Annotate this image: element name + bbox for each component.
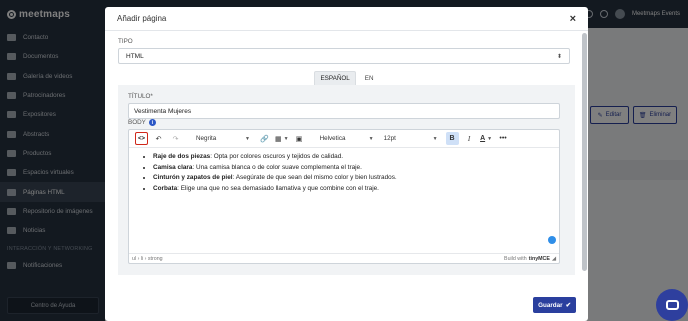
format-select[interactable]: Negrita ▼ <box>194 132 252 145</box>
more-button[interactable]: ••• <box>497 132 510 145</box>
rich-text-editor: <> ↶ ↷ Negrita ▼ 🔗 ▦ ▼ ▣ Helvetica ▼ 12p… <box>128 129 560 264</box>
list-item-bold: Cinturón y zapatos de piel <box>153 174 233 181</box>
info-icon[interactable]: i <box>148 119 156 126</box>
tipo-label: TIPO <box>118 38 133 45</box>
list-item: Cinturón y zapatos de piel: Asegúrate de… <box>153 173 553 184</box>
list-item: Corbata: Elige una que no sea demasiado … <box>153 184 553 195</box>
body-label: BODY <box>128 119 146 126</box>
body-label-row: BODY i <box>128 119 565 126</box>
build-with-label: Build with <box>504 255 527 262</box>
check-icon: ✔ <box>565 301 571 309</box>
list-item-text: : Elige una que no sea demasiado llamati… <box>177 184 379 192</box>
element-path: ul › li › strong <box>132 255 163 262</box>
list-item: Raje de dos piezas: Opta por colores osc… <box>153 152 553 163</box>
size-value: 12pt <box>383 135 396 142</box>
tinymce-logo[interactable]: tinyMCE <box>529 256 550 262</box>
language-panel: TÍTULO* Vestimenta Mujeres BODY i <> ↶ ↷… <box>118 85 575 275</box>
format-value: Negrita <box>196 135 217 142</box>
list-item-text: : Asegúrate de que sean del mismo color … <box>232 174 397 181</box>
chat-button[interactable] <box>656 289 688 321</box>
link-icon[interactable]: 🔗 <box>258 132 271 145</box>
chevron-down-icon: ▼ <box>368 135 374 142</box>
editor-content[interactable]: Raje de dos piezas: Opta por colores osc… <box>129 148 559 194</box>
tab-en[interactable]: EN <box>360 71 379 85</box>
save-label: Guardar <box>538 301 563 309</box>
list-item-text: : Una camisa blanca o de color suave com… <box>192 163 362 171</box>
editor-status-bar: ul › li › strong Build with tinyMCE ◢ <box>129 253 559 263</box>
modal-header: Añadir página × <box>105 7 588 31</box>
list-item-bold: Raje de dos piezas <box>153 153 211 160</box>
text-color-icon: A <box>480 135 486 142</box>
italic-button[interactable]: I <box>463 132 476 145</box>
editor-toolbar: <> ↶ ↷ Negrita ▼ 🔗 ▦ ▼ ▣ Helvetica ▼ 12p… <box>129 130 559 148</box>
chevron-down-icon: ▼ <box>487 135 493 142</box>
tipo-value: HTML <box>126 52 144 60</box>
build-with: Build with tinyMCE ◢ <box>504 256 556 262</box>
resize-handle-icon[interactable]: ◢ <box>552 256 556 262</box>
source-code-button[interactable]: <> <box>135 132 148 145</box>
modal-body: TIPO HTML ⬍ ESPAÑOL EN TÍTULO* Vestiment… <box>105 31 588 321</box>
select-arrows-icon: ⬍ <box>556 53 562 60</box>
tipo-select[interactable]: HTML ⬍ <box>118 48 570 64</box>
text-color-button[interactable]: A ▼ <box>480 132 493 145</box>
font-select[interactable]: Helvetica ▼ <box>318 132 376 145</box>
tab-espanol[interactable]: ESPAÑOL <box>314 71 356 85</box>
undo-icon[interactable]: ↶ <box>152 132 165 145</box>
list-item-bold: Corbata <box>153 184 178 192</box>
bold-button[interactable]: B <box>445 132 459 145</box>
close-icon[interactable]: × <box>570 13 576 25</box>
table-icon[interactable]: ▦ ▼ <box>275 132 289 145</box>
font-value: Helvetica <box>319 135 346 142</box>
size-select[interactable]: 12pt ▼ <box>382 132 440 145</box>
chat-bubble-icon <box>665 300 679 310</box>
title-label: TÍTULO* <box>128 93 153 100</box>
list-item-bold: Camisa clara <box>153 163 193 171</box>
chevron-down-icon: ▼ <box>245 135 250 142</box>
grammar-check-icon[interactable] <box>548 236 556 244</box>
list-item: Camisa clara: Una camisa blanca o de col… <box>153 163 553 174</box>
add-page-modal: Añadir página × TIPO HTML ⬍ ESPAÑOL EN T… <box>105 7 588 321</box>
language-tabs: ESPAÑOL EN <box>118 71 575 85</box>
redo-icon[interactable]: ↷ <box>169 132 182 145</box>
modal-title: Añadir página <box>117 14 167 23</box>
save-button[interactable]: Guardar ✔ <box>533 297 576 313</box>
image-icon[interactable]: ▣ <box>293 132 306 145</box>
chevron-down-icon: ▼ <box>432 135 438 142</box>
title-input[interactable]: Vestimenta Mujeres <box>128 103 560 119</box>
list-item-text: : Opta por colores oscuros y tejidos de … <box>210 153 344 160</box>
